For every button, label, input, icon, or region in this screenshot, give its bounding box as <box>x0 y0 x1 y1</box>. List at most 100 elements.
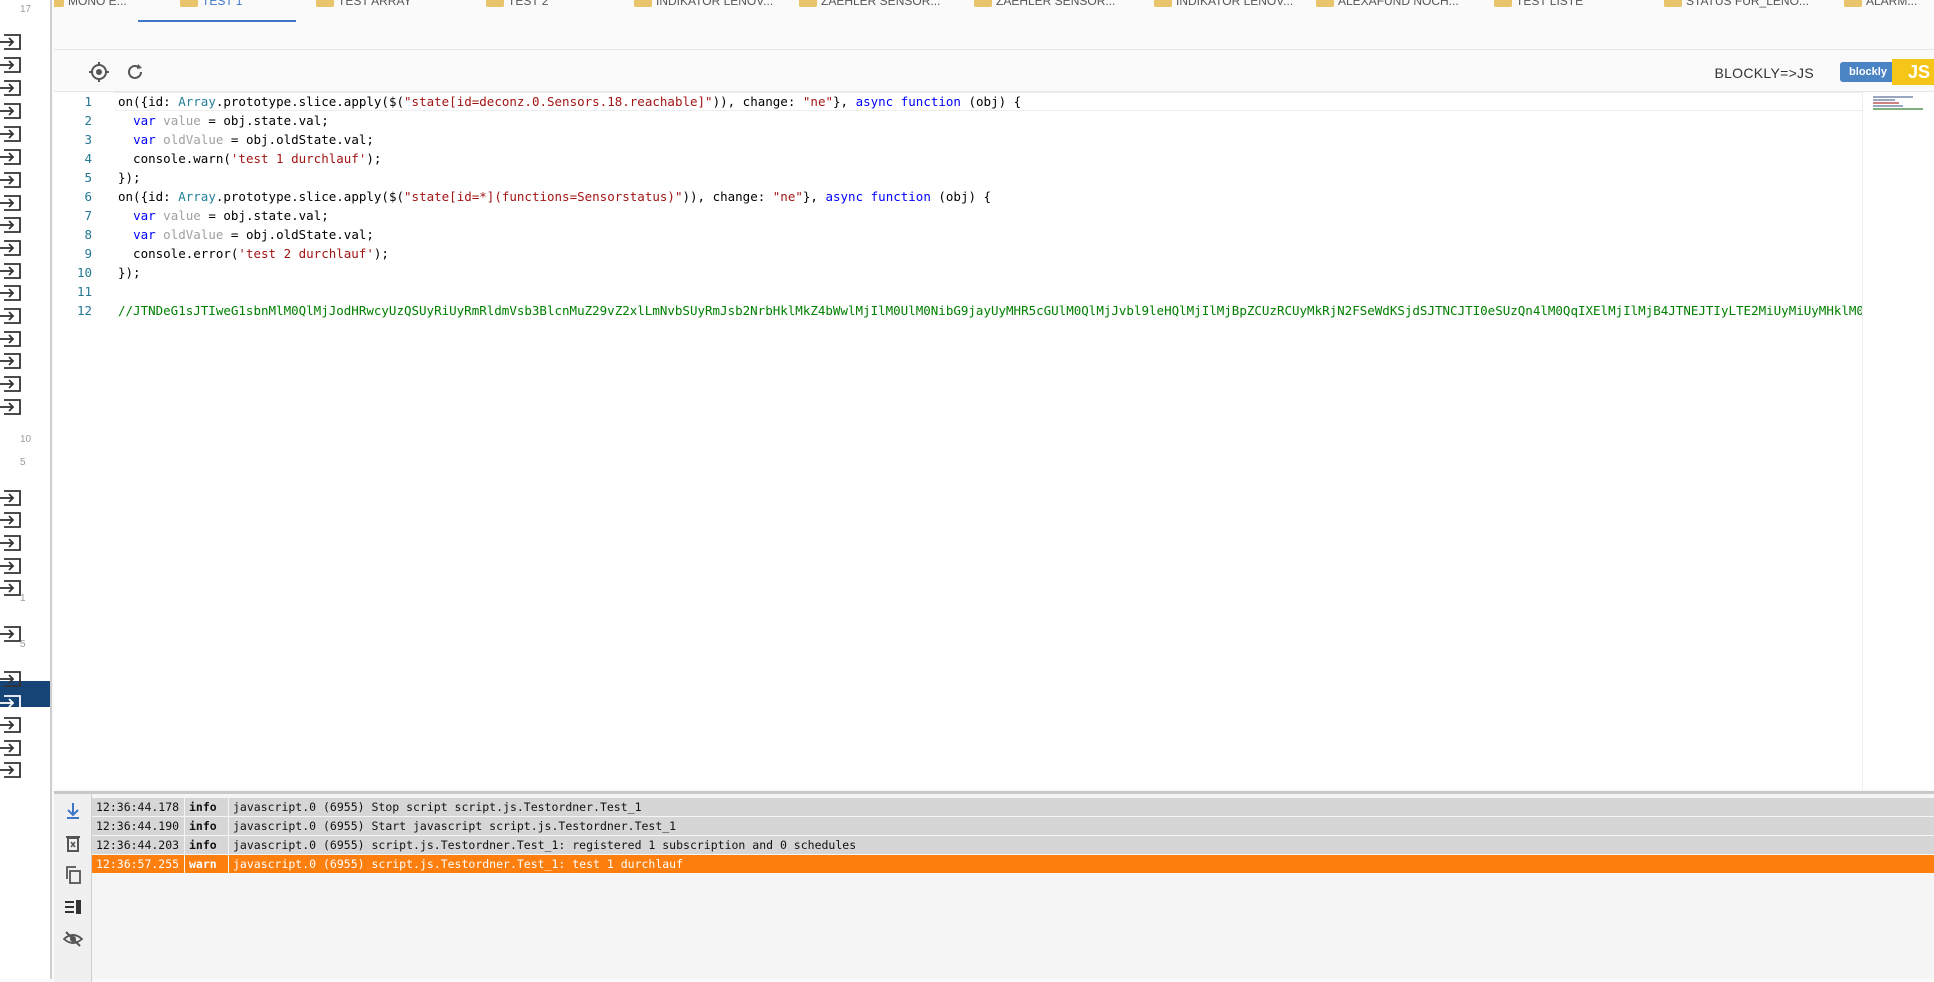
log-message: javascript.0 (6955) script.js.Testordner… <box>233 838 857 852</box>
script-item-icon[interactable] <box>0 489 24 507</box>
sidebar-count: 10 <box>20 434 32 445</box>
tab-10[interactable]: TEST LISTE <box>1494 0 1583 10</box>
blockly-js-logo: blockly JS <box>1832 59 1934 85</box>
tab-1[interactable]: MONO E... <box>54 0 127 10</box>
folder-icon <box>316 0 334 7</box>
line-number: 3 <box>84 132 92 147</box>
log-severity: warn <box>185 855 229 873</box>
script-item-icon[interactable] <box>0 761 24 779</box>
js-logo-text: JS <box>1892 59 1934 85</box>
line-number: 12 <box>76 303 92 318</box>
scroll-down-icon[interactable] <box>62 800 84 822</box>
log-message: javascript.0 (6955) script.js.Testordner… <box>233 857 684 871</box>
log-time: 12:36:44.203 <box>92 836 185 854</box>
script-item-icon[interactable] <box>0 148 24 166</box>
log-row[interactable]: 12:36:44.178 info javascript.0 (6955) Stop… <box>92 798 1934 817</box>
script-item-icon[interactable] <box>0 239 24 257</box>
script-item-icon[interactable] <box>0 194 24 212</box>
sidebar-count: 5 <box>20 457 26 468</box>
script-item-icon[interactable] <box>0 56 24 74</box>
tab-9[interactable]: ALEXAFUND NOCH... <box>1316 0 1459 10</box>
code-line: //JTNDeG1sJTIweG1sbnMlM0QlMjJodHRwcyUzQS… <box>118 303 1932 318</box>
script-item-icon[interactable] <box>0 307 24 325</box>
script-item-icon[interactable] <box>0 79 24 97</box>
tab-label: ZAEHLER SENSOR... <box>821 0 941 8</box>
log-panel: 12:36:44.178 info javascript.0 (6955) Stop… <box>54 791 1934 982</box>
script-item-icon[interactable] <box>0 125 24 143</box>
line-number: 9 <box>84 246 92 261</box>
script-tree-sidebar: 17 10 5 1 5 <box>0 0 52 979</box>
line-number: 1 <box>84 94 92 109</box>
tab-label: MONO E... <box>68 0 127 8</box>
script-item-icon[interactable] <box>0 171 24 189</box>
log-row[interactable]: 12:36:44.190 info javascript.0 (6955) Star… <box>92 817 1934 836</box>
script-item-icon[interactable] <box>0 330 24 348</box>
log-severity: info <box>185 798 229 816</box>
editor-toolbar: BLOCKLY=>JS blockly JS <box>54 51 1934 91</box>
log-message: javascript.0 (6955) Stop script script.j… <box>233 800 642 814</box>
line-number-gutter: 1 2 3 4 5 6 7 8 9 10 11 12 <box>54 92 114 789</box>
tab-label: ZAEHLER SENSOR... <box>996 0 1116 8</box>
blockly-logo-text: blockly <box>1840 62 1896 82</box>
tab-6[interactable]: ZAEHLER SENSOR... <box>799 0 940 10</box>
script-item-icon[interactable] <box>0 352 24 370</box>
script-item-icon[interactable] <box>0 739 24 757</box>
line-number: 10 <box>76 265 92 280</box>
locate-icon[interactable] <box>86 59 112 85</box>
script-item-icon[interactable] <box>0 716 24 734</box>
script-item-icon[interactable] <box>0 375 24 393</box>
tab-label: STATUS FUR_LENO... <box>1686 0 1809 8</box>
code-line: on({id: Array.prototype.slice.apply($("s… <box>118 94 1022 109</box>
line-number: 7 <box>84 208 92 223</box>
line-number: 11 <box>76 284 92 299</box>
tab-12[interactable]: ALARM... <box>1844 0 1917 10</box>
code-line: on({id: Array.prototype.slice.apply($("s… <box>118 189 992 204</box>
script-item-icon[interactable] <box>0 694 24 712</box>
folder-icon <box>1844 0 1862 7</box>
folder-icon <box>1316 0 1334 7</box>
tab-4[interactable]: TEST 2 <box>486 0 548 10</box>
script-item-icon[interactable] <box>0 534 24 552</box>
script-item-icon[interactable] <box>0 262 24 280</box>
log-time: 12:36:57.255 <box>92 855 185 873</box>
script-item-icon[interactable] <box>0 102 24 120</box>
code-line: console.warn('test 1 durchlauf'); <box>118 151 382 166</box>
sidebar-count: 1 <box>20 593 26 604</box>
folder-icon <box>974 0 992 7</box>
script-item-icon[interactable] <box>0 284 24 302</box>
log-row[interactable]: 12:36:57.255 warn javascript.0 (6955) scri… <box>92 855 1934 874</box>
list-icon[interactable] <box>62 896 84 918</box>
line-number: 8 <box>84 227 92 242</box>
code-minimap[interactable] <box>1862 92 1934 789</box>
code-editor[interactable]: 1 2 3 4 5 6 7 8 9 10 11 12 on({id: Array.prototype.… <box>54 91 1934 789</box>
tab-11[interactable]: STATUS FUR_LENO... <box>1664 0 1809 10</box>
refresh-icon[interactable] <box>122 59 148 85</box>
line-number: 4 <box>84 151 92 166</box>
script-item-icon[interactable] <box>0 670 24 688</box>
tab-5[interactable]: INDIKATOR LENOV... <box>634 0 773 10</box>
tab-3[interactable]: TEST ARRAY <box>316 0 412 10</box>
tab-2[interactable]: TEST 1 <box>180 0 242 10</box>
log-row[interactable]: 12:36:44.203 info javascript.0 (6955) scri… <box>92 836 1934 855</box>
line-number: 2 <box>84 113 92 128</box>
script-item-icon[interactable] <box>0 33 24 51</box>
copy-icon[interactable] <box>62 864 84 886</box>
log-severity: info <box>185 817 229 835</box>
tab-7[interactable]: ZAEHLER SENSOR... <box>974 0 1115 10</box>
folder-icon <box>1664 0 1682 7</box>
tab-8[interactable]: INDIKATOR LENOV... <box>1154 0 1293 10</box>
delete-log-icon[interactable] <box>62 832 84 854</box>
folder-icon <box>634 0 652 7</box>
code-line: }); <box>118 170 141 185</box>
script-item-icon[interactable] <box>0 398 24 416</box>
script-item-icon[interactable] <box>0 216 24 234</box>
active-tab-indicator <box>138 20 296 22</box>
code-line: var oldValue = obj.oldState.val; <box>133 132 374 147</box>
sidebar-count: 5 <box>20 639 26 650</box>
script-item-icon[interactable] <box>0 511 24 529</box>
tab-label: ALEXAFUND NOCH... <box>1338 0 1459 8</box>
hide-eye-icon[interactable] <box>62 928 84 950</box>
script-item-icon[interactable] <box>0 557 24 575</box>
blockly-to-js-button[interactable]: BLOCKLY=>JS <box>1714 65 1814 81</box>
code-line: }); <box>118 265 141 280</box>
